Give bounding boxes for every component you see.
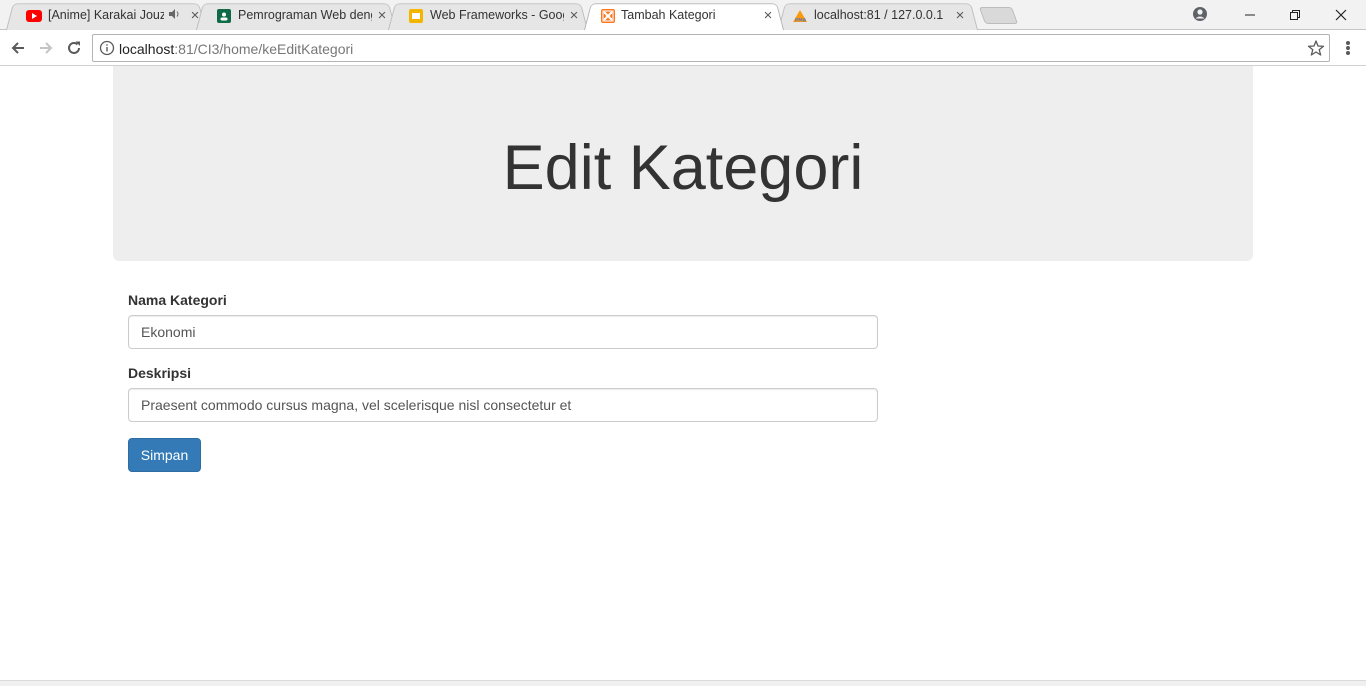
tab-strip: [Anime] Karakai Jouzu × Pemrograman Web … [0, 0, 1366, 30]
close-icon[interactable]: × [566, 7, 582, 24]
close-icon[interactable]: × [760, 7, 776, 24]
jumbotron: Edit Kategori [113, 66, 1253, 261]
reload-icon [68, 41, 80, 54]
bottom-edge [0, 680, 1366, 686]
tab-classroom[interactable]: Pemrograman Web deng × [196, 1, 396, 30]
forward-button[interactable] [35, 37, 57, 59]
page-viewport: Edit Kategori Nama Kategori Ekonomi Desk… [0, 66, 1366, 680]
close-icon[interactable]: × [187, 7, 203, 24]
edit-kategori-form: Nama Kategori Ekonomi Deskripsi Praesent… [128, 292, 878, 472]
tab-phpmyadmin[interactable]: PMA localhost:81 / 127.0.0.1 / × [778, 1, 978, 30]
arrow-left-icon [11, 42, 24, 54]
form-group-nama: Nama Kategori Ekonomi [128, 292, 878, 349]
nama-kategori-label: Nama Kategori [128, 292, 227, 308]
tab-title: localhost:81 / 127.0.0.1 / [814, 8, 944, 22]
tab-youtube[interactable]: [Anime] Karakai Jouzu × [6, 1, 206, 30]
restore-button[interactable] [1272, 0, 1318, 29]
tab-title: Pemrograman Web deng [238, 8, 372, 22]
info-icon[interactable] [99, 40, 115, 56]
audio-icon[interactable] [168, 8, 180, 23]
tab-title: Tambah Kategori [621, 8, 716, 22]
profile-icon[interactable] [1192, 6, 1208, 22]
youtube-icon [26, 8, 42, 24]
url-path: :81/CI3/home/keEditKategori [174, 41, 354, 57]
new-tab-button[interactable] [978, 7, 1019, 24]
form-group-deskripsi: Deskripsi Praesent commodo cursus magna,… [128, 365, 878, 422]
simpan-button[interactable]: Simpan [128, 438, 201, 472]
close-window-button[interactable] [1318, 0, 1364, 29]
arrow-right-icon [40, 42, 53, 54]
page-title: Edit Kategori [502, 132, 864, 203]
slides-icon [408, 8, 424, 24]
deskripsi-label: Deskripsi [128, 365, 192, 381]
classroom-icon [216, 8, 232, 24]
phpmyadmin-icon: PMA [792, 8, 808, 24]
tab-tambah-kategori[interactable]: Tambah Kategori × [584, 1, 784, 30]
svg-text:PMA: PMA [795, 18, 807, 24]
tab-slides[interactable]: Web Frameworks - Goog × [388, 1, 588, 30]
minimize-button[interactable] [1227, 0, 1273, 29]
back-button[interactable] [7, 37, 29, 59]
menu-button[interactable] [1340, 38, 1356, 58]
deskripsi-input[interactable]: Praesent commodo cursus magna, vel scele… [128, 388, 878, 422]
xampp-icon [600, 8, 616, 24]
close-icon[interactable]: × [374, 7, 390, 24]
tab-title: Web Frameworks - Goog [430, 8, 564, 22]
browser-toolbar: localhost:81/CI3/home/keEditKategori [0, 30, 1366, 66]
url-text[interactable]: localhost:81/CI3/home/keEditKategori [119, 41, 353, 57]
nama-kategori-input[interactable]: Ekonomi [128, 315, 878, 349]
tab-title: [Anime] Karakai Jouzu [48, 8, 164, 22]
star-icon[interactable] [1307, 39, 1325, 57]
reload-button[interactable] [63, 37, 85, 59]
address-bar[interactable]: localhost:81/CI3/home/keEditKategori [92, 34, 1330, 62]
close-icon[interactable]: × [952, 7, 968, 24]
url-host: localhost [119, 41, 175, 57]
